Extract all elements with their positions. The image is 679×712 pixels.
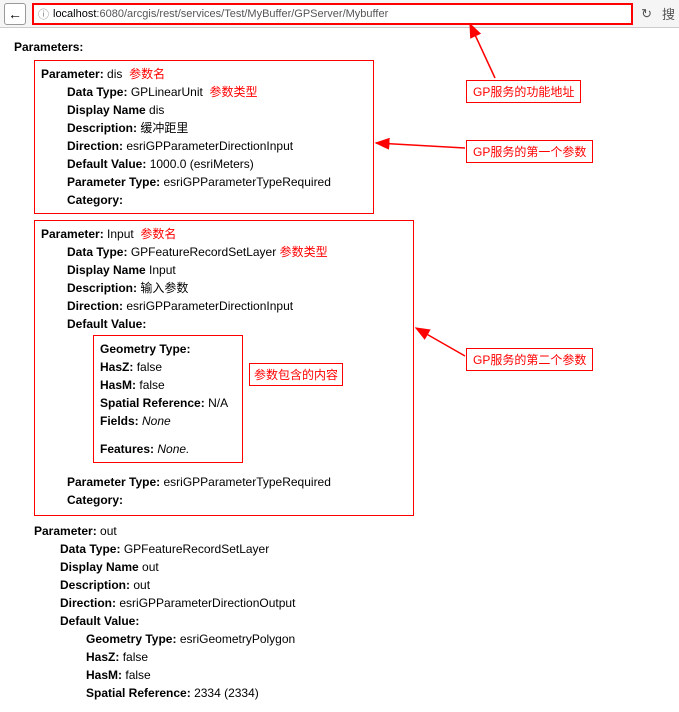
browser-nav-bar: ← ⓘ localhost:6080/arcgis/rest/services/… bbox=[0, 0, 679, 28]
param-input-ptype: Parameter Type: esriGPParameterTypeRequi… bbox=[67, 473, 407, 491]
ann-param-type-2: 参数类型 bbox=[280, 245, 328, 259]
param-out-default: Default Value: bbox=[60, 612, 665, 630]
param-input-name: Parameter: Input 参数名 bbox=[41, 225, 407, 243]
page-content: GP服务的功能地址 GP服务的第一个参数 GP服务的第二个参数 Paramete… bbox=[0, 28, 679, 712]
param-input-displayname: Display Name Input bbox=[67, 261, 407, 279]
param-out-direction: Direction: esriGPParameterDirectionOutpu… bbox=[60, 594, 665, 612]
param-input-box: Parameter: Input 参数名 Data Type: GPFeatur… bbox=[34, 220, 414, 516]
refresh-icon[interactable]: ↻ bbox=[641, 6, 652, 22]
out-geom-hasm: HasM: false bbox=[86, 666, 665, 684]
geom-features: Features: None. bbox=[100, 440, 236, 458]
callout-inner: 参数包含的内容 bbox=[249, 363, 343, 386]
search-icon[interactable]: 搜 bbox=[662, 4, 675, 23]
info-icon: ⓘ bbox=[38, 6, 49, 22]
param-input-datatype: Data Type: GPFeatureRecordSetLayer 参数类型 bbox=[67, 243, 407, 261]
out-geom-sr: Spatial Reference: 2334 (2334) bbox=[86, 684, 665, 702]
geom-fields: Fields: None bbox=[100, 412, 236, 430]
out-geom-hasz: HasZ: false bbox=[86, 648, 665, 666]
back-button[interactable]: ← bbox=[4, 3, 26, 25]
nav-right: ↻ 搜 bbox=[641, 4, 675, 23]
geom-type: Geometry Type: bbox=[100, 340, 236, 358]
url-bar[interactable]: ⓘ localhost:6080/arcgis/rest/services/Te… bbox=[32, 3, 633, 25]
geom-hasm: HasM: false bbox=[100, 376, 236, 394]
param-input-description: Description: 输入参数 bbox=[67, 279, 407, 297]
back-icon: ← bbox=[8, 6, 22, 22]
geom-hasz: HasZ: false bbox=[100, 358, 236, 376]
geom-sr: Spatial Reference: N/A bbox=[100, 394, 236, 412]
url-text: localhost:6080/arcgis/rest/services/Test… bbox=[53, 8, 388, 20]
param-input-default: Default Value: bbox=[67, 315, 407, 333]
ann-param-name-2: 参数名 bbox=[140, 227, 176, 241]
geometry-box: Geometry Type: HasZ: false HasM: false S… bbox=[93, 335, 243, 463]
out-geom-type: Geometry Type: esriGeometryPolygon bbox=[86, 630, 665, 648]
param-input-category: Category: bbox=[67, 491, 407, 509]
param-out-description: Description: out bbox=[60, 576, 665, 594]
param-input-direction: Direction: esriGPParameterDirectionInput bbox=[67, 297, 407, 315]
